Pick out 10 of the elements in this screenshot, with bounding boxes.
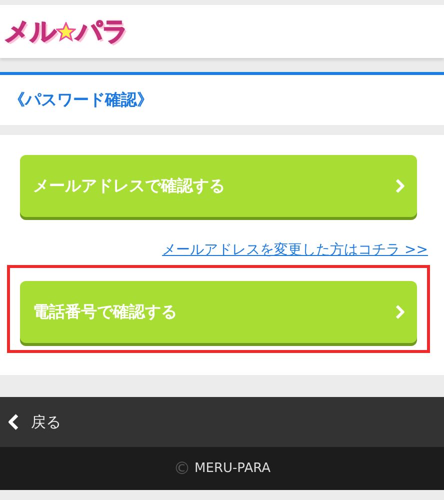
chevron-left-icon	[8, 414, 20, 430]
star-icon	[56, 22, 76, 42]
chevron-right-icon	[395, 305, 405, 319]
change-email-link[interactable]: メールアドレスを変更した方はコチラ >>	[162, 241, 428, 259]
chevron-right-icon	[395, 179, 405, 193]
footer-text: MERU-PARA	[194, 461, 270, 476]
logo[interactable]: メル パラ	[4, 14, 128, 49]
page-title: 《パスワード確認》	[9, 90, 153, 110]
copyright-mark: ©	[174, 458, 191, 478]
back-link[interactable]: 戻る	[8, 412, 62, 432]
